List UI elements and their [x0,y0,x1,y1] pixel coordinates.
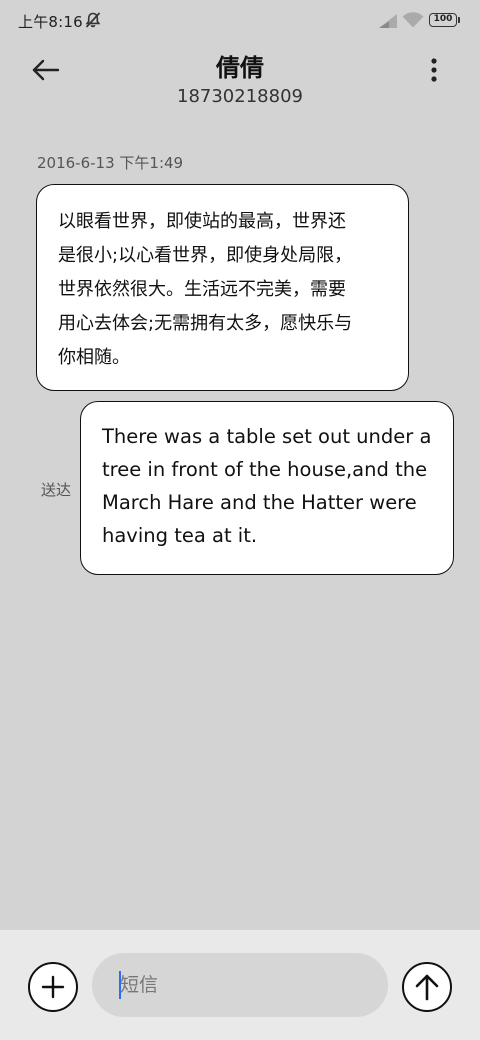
send-arrow-up-icon [415,974,439,1001]
message-timestamp: 2016-6-13 下午1:49 [37,154,184,172]
message-line: 是很小;以心看世界，即使身处局限， [58,245,353,266]
more-options-button[interactable] [416,52,452,88]
delivery-status: 送达 [41,481,72,499]
message-input[interactable] [120,970,370,1000]
message-line: 以眼看世界，即使站的最高，世界还 [58,211,346,232]
message-line: tree in front of the house,and the [102,458,428,481]
outgoing-message-bubble[interactable]: There was a table set out under a tree i… [80,401,454,575]
more-vertical-icon [431,58,437,82]
wifi-icon [402,12,424,28]
status-time: 上午8:16 [18,13,83,31]
message-line: 你相随。 [58,347,130,368]
send-button[interactable] [402,962,452,1012]
message-line: March Hare and the Hatter were [102,491,417,514]
message-line: 用心去体会;无需拥有太多，愿快乐与 [58,313,353,334]
add-attachment-button[interactable] [28,962,78,1012]
message-line: 世界依然很大。生活远不完美，需要 [58,279,346,300]
contact-number: 18730218809 [177,86,303,107]
battery-level: 100 [433,14,453,24]
sms-conversation-screen: 上午8:16 100 倩倩 18730218809 2016-6-13 下午1:… [0,0,480,1040]
message-line: There was a table set out under a [102,425,432,448]
message-composer [0,930,480,1040]
plus-icon [41,975,65,999]
status-bar: 上午8:16 100 [0,0,480,40]
battery-icon: 100 [429,13,460,27]
message-line: having tea at it. [102,524,258,547]
contact-name: 倩倩 [216,54,264,82]
signal-icon [379,14,397,28]
mute-icon [85,12,101,28]
message-input-container[interactable] [92,953,388,1017]
incoming-message-bubble[interactable]: 以眼看世界，即使站的最高，世界还 是很小;以心看世界，即使身处局限， 世界依然很… [36,184,409,391]
